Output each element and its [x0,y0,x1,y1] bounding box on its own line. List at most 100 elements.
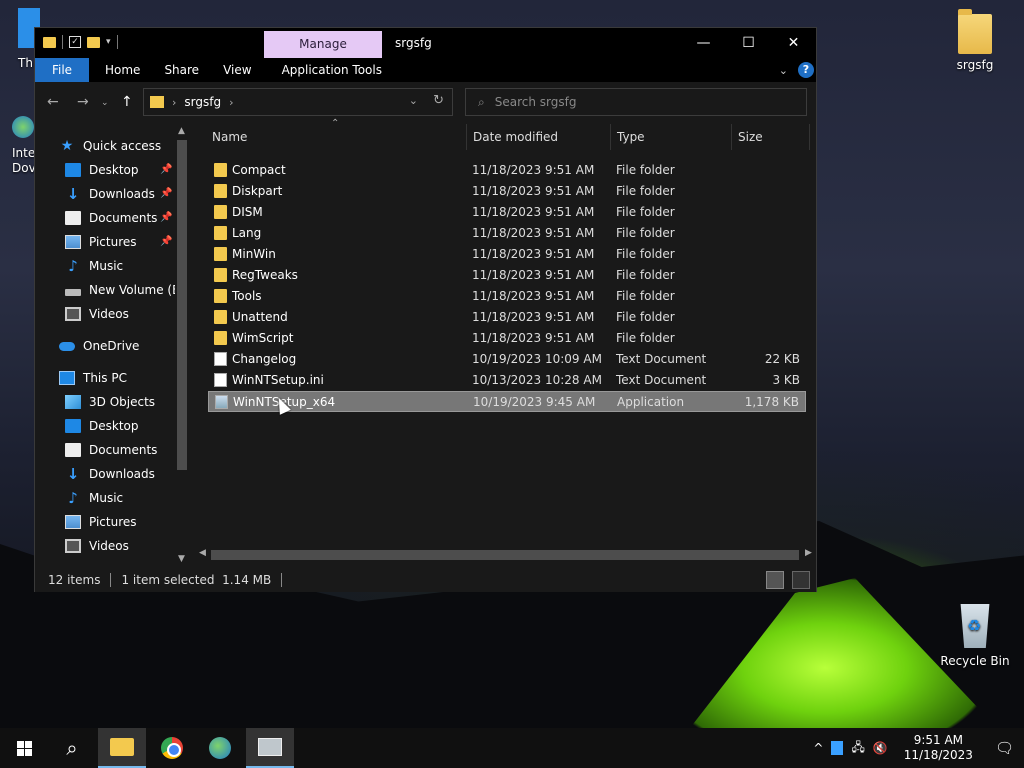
tab-home[interactable]: Home [93,58,152,82]
nav-videos[interactable]: Videos [65,302,129,326]
minimize-button[interactable]: — [681,28,726,58]
file-type: File folder [616,331,675,345]
customize-toolbar-icon[interactable]: ▾ [106,37,111,47]
download-icon: ↓ [66,465,80,483]
tab-application-tools[interactable]: Application Tools [270,58,394,82]
music-icon: ♪ [68,489,78,507]
nav-desktop[interactable]: Desktop [65,158,139,182]
scroll-right-icon[interactable]: ▶ [805,548,812,558]
scroll-down-icon[interactable]: ▼ [178,554,185,564]
chevron-right-icon[interactable]: › [229,96,233,109]
search-button[interactable]: ⌕ [48,728,96,768]
tab-share[interactable]: Share [152,58,211,82]
nav-quick-access[interactable]: ★ Quick access [59,134,161,158]
desktop-folder-srgsfg[interactable]: srgsfg [937,9,1013,72]
scroll-left-icon[interactable]: ◀ [199,548,206,558]
desktop-icon [65,419,81,433]
large-icons-view-icon[interactable] [792,571,810,589]
nav-pc-pictures[interactable]: Pictures [65,510,137,534]
scrollbar-thumb[interactable] [177,140,187,470]
music-icon: ♪ [68,257,78,275]
refresh-icon[interactable]: ↻ [433,93,444,108]
pin-icon: 📌 [160,188,173,199]
close-button[interactable]: ✕ [771,28,816,58]
column-header-name[interactable]: Name [212,122,247,152]
tab-view[interactable]: View [211,58,263,82]
column-header-size[interactable]: Size [738,122,763,152]
file-row[interactable]: WimScript 11/18/2023 9:51 AM File folder [208,328,806,349]
text-file-icon [214,373,227,387]
folder-icon [214,163,227,177]
chevron-right-icon[interactable]: › [172,96,176,109]
maximize-button[interactable]: ☐ [726,28,771,58]
file-name: MinWin [232,247,276,261]
volume-muted-icon[interactable]: 🔇 [873,741,888,755]
help-icon[interactable]: ? [798,62,814,78]
nav-pc-documents[interactable]: Documents [65,438,157,462]
file-row[interactable]: Changelog 10/19/2023 10:09 AM Text Documen… [208,349,806,370]
back-arrow-icon[interactable]: ← [47,94,59,110]
folder-icon [214,289,227,303]
chevron-up-icon[interactable]: ^ [813,741,823,755]
nav-pictures[interactable]: Pictures [65,230,137,254]
breadcrumb-srgsfg[interactable]: srgsfg [184,95,221,109]
file-row[interactable]: Lang 11/18/2023 9:51 AM File folder [208,223,806,244]
search-placeholder: Search srgsfg [494,95,577,109]
new-folder-icon[interactable] [87,36,100,48]
nav-new-volume[interactable]: New Volume (E:) [65,278,188,302]
file-row[interactable]: WinNTSetup.ini 10/13/2023 10:28 AM Text Do… [208,370,806,391]
title-bar[interactable]: ✓ ▾ Manage srgsfg — ☐ ✕ [35,28,816,58]
column-header-date-modified[interactable]: Date modified [473,122,558,152]
file-type: File folder [616,163,675,177]
file-row[interactable]: Tools 11/18/2023 9:51 AM File folder [208,286,806,307]
taskbar-winntsetup[interactable] [246,728,294,768]
taskbar-chrome[interactable] [148,728,196,768]
file-row[interactable]: WinNTSetup_x64 10/19/2023 9:45 AM Applicat… [208,391,806,412]
scroll-up-icon[interactable]: ▲ [178,126,185,136]
up-arrow-icon[interactable]: ↑ [121,94,133,110]
nav-this-pc[interactable]: This PC [59,366,127,390]
nav-downloads[interactable]: ↓ Downloads [65,182,155,206]
chrome-icon [161,737,183,759]
nav-pc-downloads[interactable]: ↓ Downloads [65,462,155,486]
details-view-icon[interactable] [766,571,784,589]
start-button[interactable] [0,728,48,768]
file-date: 10/13/2023 10:28 AM [472,373,602,387]
clock[interactable]: 9:51 AM 11/18/2023 [904,733,973,763]
file-name: WinNTSetup.ini [232,373,324,387]
file-row[interactable]: Diskpart 11/18/2023 9:51 AM File folder [208,181,806,202]
tab-manage[interactable]: Manage [264,31,382,58]
desktop-recycle-bin[interactable]: ♻ Recycle Bin [937,604,1013,668]
notification-icon[interactable]: 🗨 [995,739,1014,757]
file-type: Application [617,395,685,409]
scrollbar-thumb[interactable] [211,550,799,560]
nav-3d-objects[interactable]: 3D Objects [65,390,155,414]
file-row[interactable]: Unattend 11/18/2023 9:51 AM File folder [208,307,806,328]
tab-file[interactable]: File [35,58,89,82]
nav-music[interactable]: ♪ Music [65,254,123,278]
chevron-down-icon[interactable]: ⌄ [409,94,418,107]
storage-icon[interactable] [831,741,844,755]
nav-pc-videos[interactable]: Videos [65,534,129,558]
column-header-type[interactable]: Type [617,122,645,152]
file-row[interactable]: MinWin 11/18/2023 9:51 AM File folder [208,244,806,265]
horizontal-scrollbar[interactable]: ◀ ▶ [193,546,816,564]
pin-icon: 📌 [160,212,173,223]
taskbar-download-manager[interactable] [196,728,244,768]
nav-onedrive[interactable]: OneDrive [59,334,139,358]
nav-documents[interactable]: Documents [65,206,157,230]
properties-icon[interactable]: ✓ [69,36,81,48]
search-input[interactable]: ⌕ Search srgsfg [465,88,807,116]
address-bar[interactable]: › srgsfg › ⌄ ↻ [143,88,453,116]
file-row[interactable]: RegTweaks 11/18/2023 9:51 AM File folder [208,265,806,286]
nav-pc-desktop[interactable]: Desktop [65,414,139,438]
recent-locations-icon[interactable]: ⌄ [101,98,109,108]
taskbar-file-explorer[interactable] [98,728,146,768]
expand-ribbon-icon[interactable]: ⌄ [779,64,788,77]
network-icon[interactable]: 🖧 [851,738,864,759]
file-row[interactable]: DISM 11/18/2023 9:51 AM File folder [208,202,806,223]
file-row[interactable]: Compact 11/18/2023 9:51 AM File folder [208,160,806,181]
nav-pane-scrollbar[interactable]: ▲ ▼ [175,122,190,568]
forward-arrow-icon[interactable]: → [77,94,89,110]
nav-pc-music[interactable]: ♪ Music [65,486,123,510]
